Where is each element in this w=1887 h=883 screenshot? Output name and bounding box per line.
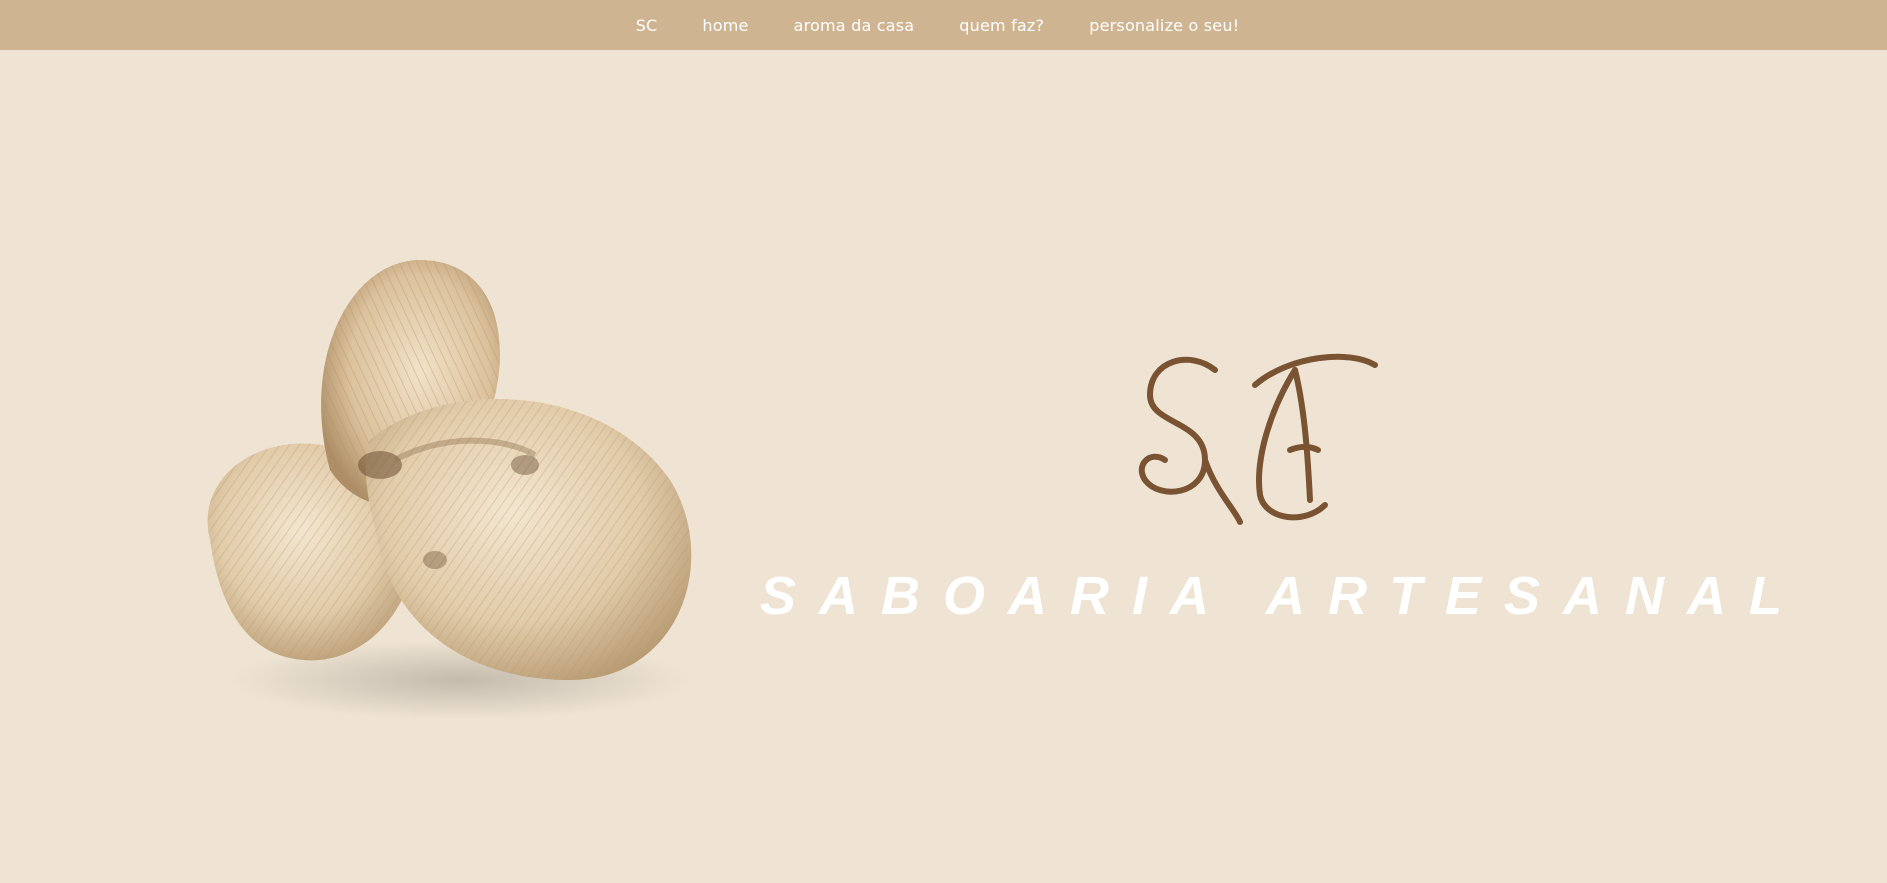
nav-item-personalize: personalize o seu! [1089, 16, 1239, 35]
nav-link-personalize[interactable]: personalize o seu! [1089, 16, 1239, 35]
nav-link-quem-faz[interactable]: quem faz? [959, 16, 1044, 35]
nav-list: SC home aroma da casa quem faz? personal… [636, 16, 1240, 35]
nav-link-sc[interactable]: SC [636, 16, 658, 35]
brand-tagline: SABOARIA ARTESANAL [760, 566, 1806, 626]
hero-section: SABOARIA ARTESANAL [0, 50, 1887, 883]
nav-link-home[interactable]: home [702, 16, 748, 35]
nav-link-aroma-da-casa[interactable]: aroma da casa [794, 16, 915, 35]
nav-item-home: home [702, 16, 748, 35]
knotted-soap-image [207, 260, 692, 720]
sa-monogram-logo [1138, 353, 1378, 525]
nav-item-quem-faz: quem faz? [959, 16, 1044, 35]
top-navigation: SC home aroma da casa quem faz? personal… [0, 0, 1887, 50]
nav-item-aroma-da-casa: aroma da casa [794, 16, 915, 35]
nav-item-sc: SC [636, 16, 658, 35]
